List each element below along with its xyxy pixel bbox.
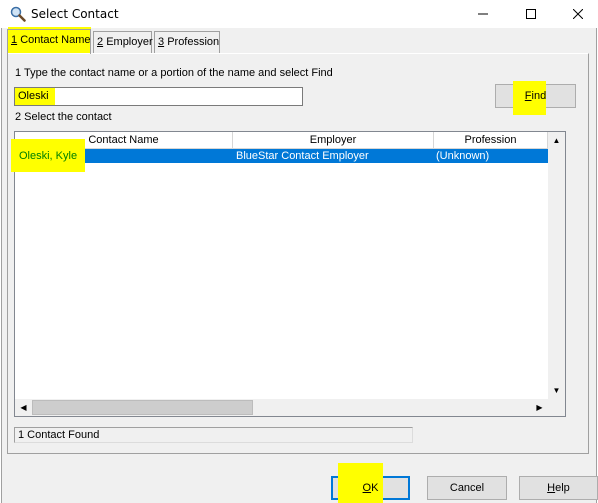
close-button[interactable] [555, 0, 598, 28]
help-label: elp [555, 482, 570, 494]
horizontal-scroll-thumb[interactable] [32, 400, 253, 415]
scroll-left-icon[interactable]: ◀ [15, 399, 32, 416]
contact-name-input-value: Oleski [18, 90, 49, 102]
find-mnemonic: F [524, 90, 532, 102]
table-row[interactable]: Oleski, Kyle BlueStar Contact Employer (… [11, 139, 548, 172]
tab-label: Contact Name [20, 34, 91, 46]
tab-label: Employer [106, 36, 153, 48]
tab-employer[interactable]: 2 Employer [93, 31, 153, 53]
tab-number: 3 [158, 36, 165, 48]
scrollbar-corner [548, 399, 565, 416]
dialog-footer [1, 461, 597, 503]
help-button[interactable]: Help [519, 476, 598, 500]
tab-number: 2 [97, 36, 104, 48]
help-mnemonic: H [547, 482, 556, 494]
maximize-icon [526, 9, 536, 19]
cell-contact-name: Oleski, Kyle [19, 150, 78, 162]
cancel-button[interactable]: Cancel [427, 476, 507, 500]
close-icon [573, 9, 583, 19]
scroll-up-icon[interactable]: ▲ [548, 132, 565, 149]
minimize-button[interactable] [460, 0, 506, 28]
ok-label: K [371, 482, 379, 494]
tab-label: Profession [167, 36, 220, 48]
tab-number: 1 [11, 34, 18, 46]
maximize-button[interactable] [508, 0, 554, 28]
search-icon [10, 6, 26, 22]
cell-profession: (Unknown) [436, 150, 490, 162]
scroll-down-icon[interactable]: ▼ [548, 382, 565, 399]
scroll-right-icon[interactable]: ▶ [531, 399, 548, 416]
column-header-profession[interactable]: Profession [434, 132, 548, 149]
column-header-employer[interactable]: Employer [233, 132, 434, 149]
window-title: Select Contact [31, 7, 119, 21]
find-label: ind [531, 90, 547, 102]
step2-label: 2 Select the contact [15, 111, 112, 123]
ok-mnemonic: O [362, 482, 372, 494]
contact-list[interactable]: Contact Name Employer Profession Oleski,… [11, 131, 566, 417]
find-button[interactable]: Find [495, 81, 576, 115]
cell-employer: BlueStar Contact Employer [236, 150, 369, 162]
ok-button[interactable]: OK [331, 463, 410, 503]
vertical-scrollbar[interactable]: ▲ ▼ [548, 132, 565, 399]
tab-contact-name[interactable]: 1 Contact Name [7, 29, 91, 54]
horizontal-scrollbar[interactable]: ◀ ▶ [15, 399, 548, 416]
contact-name-input[interactable] [14, 87, 303, 106]
title-bar: Select Contact [0, 0, 598, 28]
cancel-label: Cancel [449, 482, 485, 494]
step1-label: 1 Type the contact name or a portion of … [15, 67, 333, 79]
minimize-icon [478, 13, 488, 15]
status-text: 1 Contact Found [14, 427, 413, 443]
tab-profession[interactable]: 3 Profession [154, 31, 220, 53]
